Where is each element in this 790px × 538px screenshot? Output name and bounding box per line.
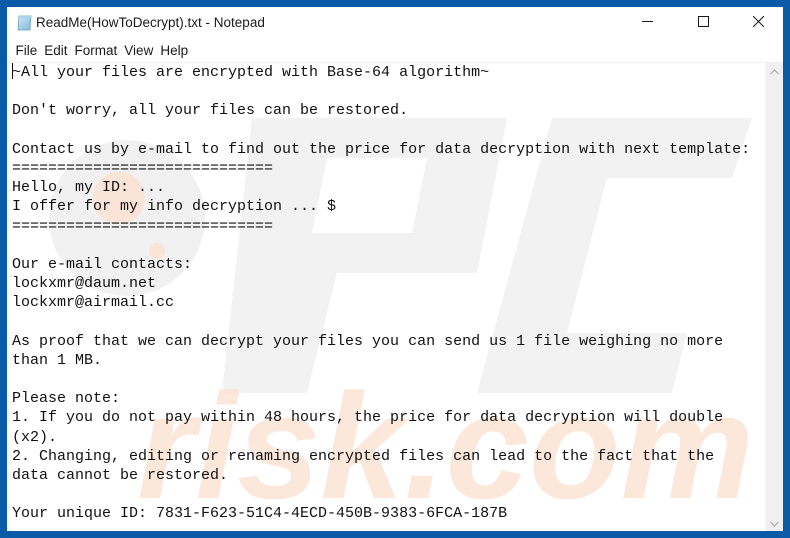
text-line: Our e-mail contacts:: [12, 255, 193, 273]
title-bar[interactable]: ReadMe(HowToDecrypt).txt - Notepad: [7, 7, 783, 38]
text-line: ~All your files are encrypted with Base-…: [12, 63, 765, 82]
text-line: lockxmr@daum.net: [12, 275, 157, 293]
text-line: Your unique ID: 7831-F623-51C4-4ECD-450B…: [12, 505, 508, 523]
text-line: =============================: [12, 159, 274, 177]
text-editor[interactable]: risk.com ~All your files are encrypted w…: [7, 62, 765, 531]
text-line: lockxmr@airmail.cc: [12, 294, 175, 312]
text-line: [12, 370, 765, 389]
close-button[interactable]: [735, 7, 781, 38]
text-line: [12, 82, 765, 101]
text-line-content: ~All your files are encrypted with Base-…: [12, 64, 490, 81]
chevron-up-icon: [770, 62, 779, 80]
menu-edit[interactable]: Edit: [41, 43, 71, 58]
text-line: data cannot be restored.: [12, 466, 229, 484]
text-line: [12, 485, 765, 504]
text-line: I offer for my info decryption ... $: [12, 198, 337, 216]
chevron-down-icon: [770, 514, 779, 532]
maximize-icon: [697, 14, 709, 32]
text-line: Don't worry, all your files can be resto…: [12, 102, 409, 120]
close-icon: [752, 14, 764, 32]
text-line: =============================: [12, 217, 274, 235]
notepad-window: ReadMe(HowToDecrypt).txt - Notepad File …: [7, 7, 783, 531]
menu-file[interactable]: File: [12, 43, 41, 58]
scroll-down-button[interactable]: [766, 514, 783, 531]
text-line: 1. If you do not pay within 48 hours, th…: [12, 409, 724, 427]
text-line: Hello, my ID: ...: [12, 179, 166, 197]
scroll-up-button[interactable]: [766, 62, 783, 79]
text-line: [12, 236, 765, 255]
text-line: [12, 121, 765, 140]
menu-view[interactable]: View: [121, 43, 157, 58]
menu-format[interactable]: Format: [71, 43, 121, 58]
menu-help[interactable]: Help: [157, 43, 192, 58]
window-title: ReadMe(HowToDecrypt).txt - Notepad: [36, 15, 265, 30]
minimize-icon: [641, 14, 653, 32]
text-line: Please note:: [12, 390, 121, 408]
text-line: As proof that we can decrypt your files …: [12, 332, 724, 350]
maximize-button[interactable]: [680, 7, 726, 38]
text-line: (x2).: [12, 428, 58, 446]
document-text[interactable]: ~All your files are encrypted with Base-…: [12, 63, 765, 524]
text-line: 2. Changing, editing or renaming encrypt…: [12, 447, 715, 465]
text-line: than 1 MB.: [12, 351, 103, 369]
text-line: Contact us by e-mail to find out the pri…: [12, 140, 751, 158]
minimize-button[interactable]: [624, 7, 670, 38]
notepad-icon: [16, 15, 33, 31]
text-line: [12, 312, 765, 331]
vertical-scrollbar[interactable]: [765, 62, 783, 531]
menu-bar: File Edit Format View Help: [7, 40, 783, 60]
